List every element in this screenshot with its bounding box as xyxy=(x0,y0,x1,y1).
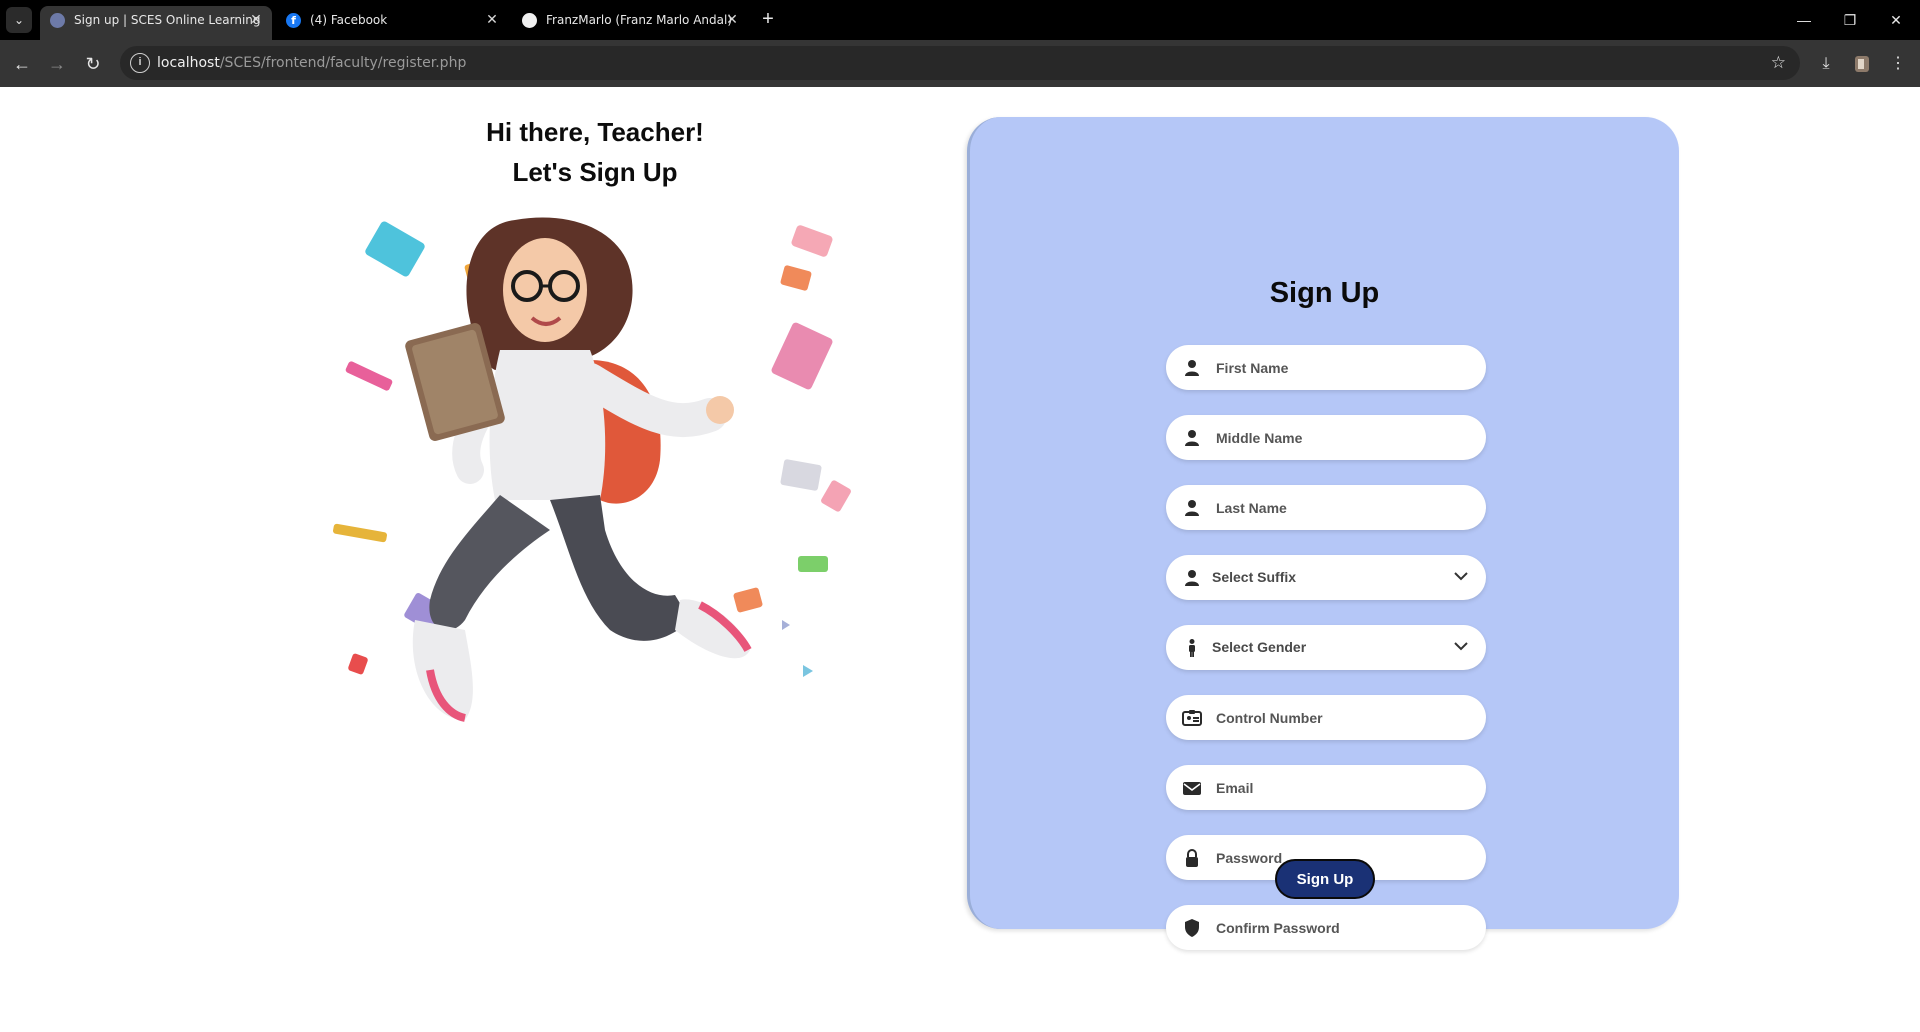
menu-kebab-icon[interactable]: ⋮ xyxy=(1884,50,1912,78)
greeting-text: Hi there, Teacher! xyxy=(486,117,704,147)
browser-toolbar: ← → ↻ i localhost/SCES/frontend/faculty/… xyxy=(0,40,1920,87)
confirm-password-field[interactable] xyxy=(1166,905,1486,950)
user-icon xyxy=(1185,360,1199,376)
tab-title: Sign up | SCES Online Learning xyxy=(74,13,261,27)
facebook-icon: f xyxy=(286,13,301,28)
url-text[interactable]: localhost/SCES/frontend/faculty/register… xyxy=(157,46,466,80)
last-name-input[interactable] xyxy=(1216,485,1436,530)
tab-github[interactable]: FranzMarlo (Franz Marlo Andal) ✕ xyxy=(512,6,748,40)
close-icon[interactable]: ✕ xyxy=(724,6,740,34)
email-input[interactable] xyxy=(1216,765,1436,810)
lock-icon xyxy=(1186,849,1198,867)
shield-icon xyxy=(1185,919,1199,937)
id-card-icon xyxy=(1182,710,1202,726)
envelope-icon xyxy=(1183,782,1201,795)
person-standing-icon xyxy=(1189,639,1195,657)
confirm-password-input[interactable] xyxy=(1216,905,1436,950)
close-window-button[interactable]: ✕ xyxy=(1876,8,1916,32)
site-info-icon[interactable]: i xyxy=(130,53,150,73)
control-number-field[interactable] xyxy=(1166,695,1486,740)
tab-sces-signup[interactable]: Sign up | SCES Online Learning ✕ xyxy=(40,6,272,40)
github-icon xyxy=(522,13,537,28)
tab-facebook[interactable]: f (4) Facebook ✕ xyxy=(276,6,508,40)
teacher-illustration xyxy=(333,217,851,722)
subtitle-text: Let's Sign Up xyxy=(512,157,678,187)
signup-card: Sign Up Select Suffix Select Gender xyxy=(967,117,1679,950)
chevron-down-icon[interactable] xyxy=(1452,567,1470,585)
browser-tab-bar: ⌄ Sign up | SCES Online Learning ✕ f (4)… xyxy=(0,0,1920,40)
minimize-button[interactable]: — xyxy=(1784,8,1824,32)
close-icon[interactable]: ✕ xyxy=(248,6,264,34)
bookmark-star-icon[interactable]: ☆ xyxy=(1771,46,1786,80)
chevron-down-icon[interactable] xyxy=(1452,637,1470,655)
tab-title: (4) Facebook xyxy=(310,13,388,27)
email-field[interactable] xyxy=(1166,765,1486,810)
suffix-select-value[interactable]: Select Suffix xyxy=(1212,555,1432,600)
first-name-field[interactable] xyxy=(1166,345,1486,390)
middle-name-field[interactable] xyxy=(1166,415,1486,460)
first-name-input[interactable] xyxy=(1216,345,1436,390)
forward-button[interactable]: → xyxy=(43,50,71,78)
new-tab-button[interactable]: + xyxy=(756,6,780,34)
form-title: Sign Up xyxy=(1269,277,1380,309)
gender-select-value[interactable]: Select Gender xyxy=(1212,625,1432,670)
address-bar[interactable]: i localhost/SCES/frontend/faculty/regist… xyxy=(120,46,1800,80)
teacher-figure xyxy=(405,217,752,722)
user-icon xyxy=(1185,570,1199,586)
hero-heading: Hi there, Teacher! Let's Sign Up xyxy=(395,112,795,192)
user-icon xyxy=(1185,500,1199,516)
user-icon xyxy=(1185,430,1199,446)
close-icon[interactable]: ✕ xyxy=(484,6,500,34)
tab-title: FranzMarlo (Franz Marlo Andal) xyxy=(546,13,732,27)
suffix-select[interactable]: Select Suffix xyxy=(1166,555,1486,600)
middle-name-input[interactable] xyxy=(1216,415,1436,460)
reload-button[interactable]: ↻ xyxy=(79,50,107,78)
gender-select[interactable]: Select Gender xyxy=(1166,625,1486,670)
back-button[interactable]: ← xyxy=(8,50,36,78)
tab-search-button[interactable]: ⌄ xyxy=(6,7,32,33)
sces-favicon-icon xyxy=(50,13,65,28)
download-icon[interactable]: ⤓ xyxy=(1812,50,1840,78)
last-name-field[interactable] xyxy=(1166,485,1486,530)
profile-avatar[interactable] xyxy=(1848,50,1876,78)
control-number-input[interactable] xyxy=(1216,695,1436,740)
signup-button[interactable]: Sign Up xyxy=(1275,859,1375,899)
restore-button[interactable]: ❐ xyxy=(1830,8,1870,32)
